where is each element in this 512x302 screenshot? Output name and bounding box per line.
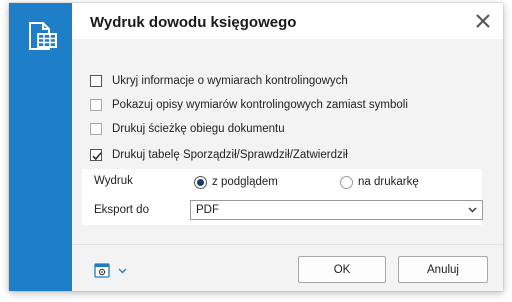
option-show-dimension-descriptions[interactable]: Pokazuj opisy wymiarów kontrolingowych z… [90, 97, 408, 113]
option-print-signature-table[interactable]: Drukuj tabelę Sporządził/Sprawdził/Zatwi… [90, 147, 348, 163]
cancel-button[interactable]: Anuluj [398, 256, 488, 283]
export-label: Eksport do [94, 204, 149, 216]
checkbox[interactable] [90, 75, 102, 87]
radio-preview[interactable] [194, 176, 207, 189]
radio-printer-label[interactable]: na drukarkę [358, 176, 419, 188]
option-label: Ukryj informacje o wymiarach kontrolingo… [112, 75, 348, 87]
radio-preview-label[interactable]: z podglądem [212, 176, 278, 188]
option-label: Drukuj ścieżkę obiegu dokumentu [112, 123, 285, 135]
print-options-panel: Wydruk z podglądem na drukarkę Eksport d… [82, 169, 483, 225]
option-hide-dimensions[interactable]: Ukryj informacje o wymiarach kontrolingo… [90, 73, 348, 89]
ok-button[interactable]: OK [298, 256, 386, 283]
close-icon[interactable] [471, 9, 495, 33]
dialog-side-strip [9, 3, 72, 291]
radio-printer[interactable] [340, 176, 353, 189]
checkmark-icon [92, 152, 102, 161]
print-dialog: Wydruk dowodu księgowego Ukryj informacj… [9, 3, 503, 291]
title-bar: Wydruk dowodu księgowego [72, 3, 503, 39]
checkbox[interactable] [90, 99, 102, 111]
option-label: Pokazuj opisy wymiarów kontrolingowych z… [112, 99, 408, 111]
dialog-content: Wydruk dowodu księgowego Ukryj informacj… [72, 3, 503, 291]
settings-gear-icon[interactable] [93, 262, 135, 280]
wydruk-label: Wydruk [94, 175, 133, 187]
export-format-value: PDF [196, 204, 219, 216]
dialog-title: Wydruk dowodu księgowego [90, 14, 297, 31]
chevron-down-icon [468, 207, 477, 213]
document-table-icon [29, 22, 57, 50]
checkbox[interactable] [90, 149, 102, 161]
option-print-workflow-path[interactable]: Drukuj ścieżkę obiegu dokumentu [90, 121, 285, 137]
export-format-select[interactable]: PDF [190, 200, 483, 220]
options-area: Ukryj informacje o wymiarach kontrolingo… [72, 39, 503, 244]
option-label: Drukuj tabelę Sporządził/Sprawdził/Zatwi… [112, 149, 348, 161]
dialog-footer: OK Anuluj [72, 244, 503, 291]
checkbox[interactable] [90, 123, 102, 135]
